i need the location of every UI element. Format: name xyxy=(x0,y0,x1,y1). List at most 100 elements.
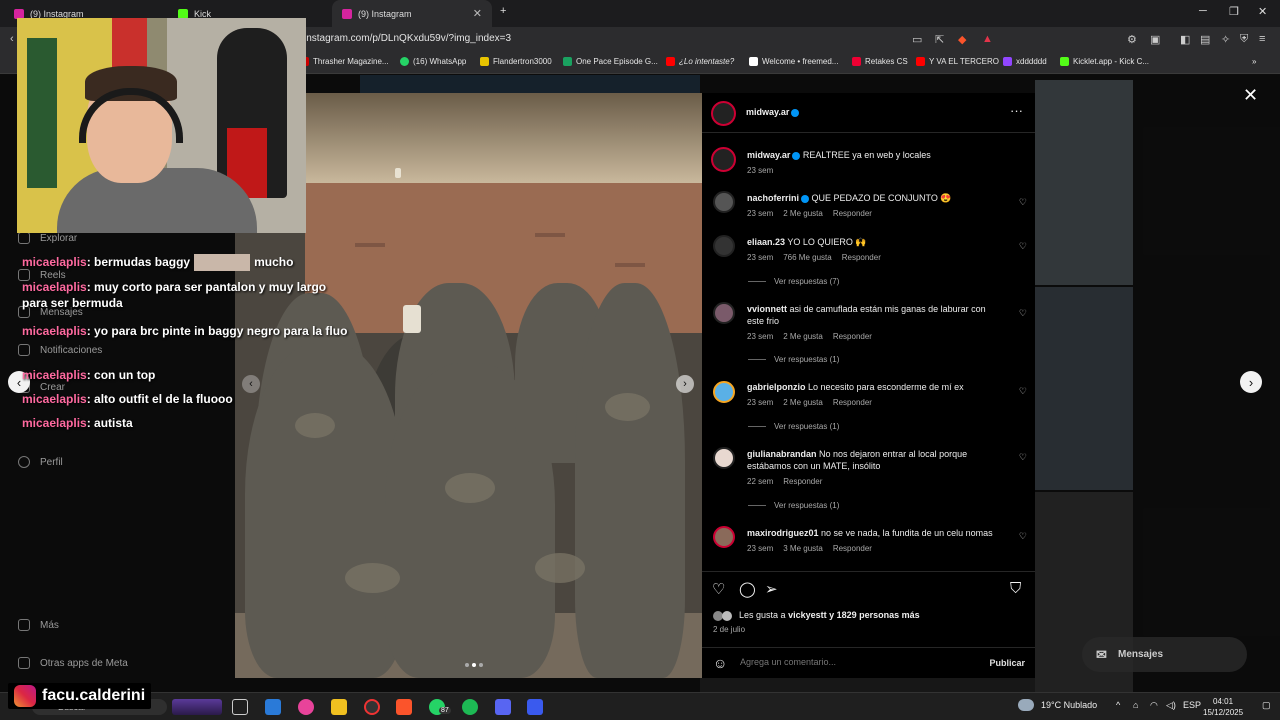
chat-message: micaelaplis: autista xyxy=(22,416,133,430)
wallet-icon[interactable]: ▤ xyxy=(1200,33,1210,46)
tray-chevron-icon[interactable]: ^ xyxy=(1116,700,1120,710)
bookmark-item[interactable]: (16) WhatsApp xyxy=(400,57,466,66)
bookmark-item[interactable]: Retakes CS xyxy=(852,57,908,66)
volume-icon[interactable]: ◁) xyxy=(1166,700,1176,711)
sidebar-item-perfil[interactable]: Perfil xyxy=(18,456,63,468)
new-tab-button[interactable]: + xyxy=(500,5,506,17)
like-icon[interactable]: ♡ xyxy=(712,580,725,598)
bookmark-icon[interactable]: ⛉ xyxy=(1010,580,1021,597)
minimize-button[interactable]: ─ xyxy=(1199,5,1207,17)
likes-summary[interactable]: Les gusta a vickyestt y 1829 personas má… xyxy=(739,610,920,620)
brick xyxy=(535,233,565,237)
sidebar-item-notificaciones[interactable]: Notificaciones xyxy=(18,344,102,356)
comment-input[interactable] xyxy=(740,657,970,667)
bookmark-item[interactable]: One Pace Episode G... xyxy=(563,57,658,66)
like-comment-icon[interactable]: ♡ xyxy=(1019,531,1027,542)
bookmark-item[interactable]: ¿Lo intentaste? xyxy=(666,57,734,66)
wifi-icon[interactable]: ◠ xyxy=(1150,700,1158,711)
profile-icon xyxy=(18,456,30,468)
caption-username[interactable]: midway.ar xyxy=(747,150,790,160)
comment-avatar[interactable] xyxy=(713,191,735,213)
bookmark-item[interactable]: xdddddd xyxy=(1003,57,1047,66)
sidebar-item-mas[interactable]: Más xyxy=(18,619,59,631)
author-name[interactable]: midway.ar xyxy=(746,107,800,117)
search-highlight-icon[interactable] xyxy=(172,699,222,715)
menu-icon[interactable]: ≡ xyxy=(1259,33,1265,45)
brick xyxy=(615,263,645,267)
file-explorer-icon[interactable] xyxy=(331,699,347,715)
like-comment-icon[interactable]: ♡ xyxy=(1019,452,1027,463)
app-icon[interactable] xyxy=(298,699,314,715)
like-comment-icon[interactable]: ♡ xyxy=(1019,197,1027,208)
obs-icon[interactable] xyxy=(364,699,380,715)
language-indicator[interactable]: ESP xyxy=(1183,700,1201,710)
share-icon[interactable]: ⇱ xyxy=(935,33,944,46)
reply-button[interactable]: Responder xyxy=(833,544,872,553)
tab-instagram-active[interactable]: (9) Instagram ✕ xyxy=(332,0,492,27)
comment-avatar[interactable] xyxy=(713,302,735,324)
comment-avatar[interactable] xyxy=(713,447,735,469)
view-replies[interactable]: Ver respuestas (1) xyxy=(748,501,839,510)
bookmark-item[interactable]: Y VA EL TERCERO xyxy=(916,57,999,66)
phone xyxy=(403,305,421,333)
caption-avatar[interactable] xyxy=(711,147,736,172)
brave-rewards-icon[interactable]: ▲ xyxy=(982,33,993,45)
app-icon[interactable] xyxy=(527,699,543,715)
reply-button[interactable]: Responder xyxy=(842,253,881,262)
weather-text[interactable]: 19°C Nublado xyxy=(1041,700,1097,710)
comment-avatar[interactable] xyxy=(713,381,735,403)
bookmark-item[interactable]: Kicklet.app - Kick C... xyxy=(1060,57,1149,66)
network-icon[interactable]: ⌂ xyxy=(1133,700,1138,710)
extensions-icon[interactable]: ⚙ xyxy=(1127,33,1137,46)
clock[interactable]: 04:01 15/12/2025 xyxy=(1203,696,1243,718)
comment-avatar[interactable] xyxy=(713,235,735,257)
close-window-button[interactable]: ✕ xyxy=(1258,5,1267,18)
back-icon[interactable]: ‹ xyxy=(10,33,14,45)
close-tab-icon[interactable]: ✕ xyxy=(473,7,482,20)
cast-icon[interactable]: ▭ xyxy=(912,33,922,46)
tab-search-icon[interactable]: ▣ xyxy=(1150,33,1160,46)
more-options-icon[interactable]: ··· xyxy=(1010,103,1023,118)
more-bookmarks-icon[interactable]: » xyxy=(1252,57,1256,66)
bookmark-item[interactable]: Thrasher Magazine... xyxy=(300,57,389,66)
brave-shield-icon[interactable]: ◆ xyxy=(958,33,966,46)
bookmark-item[interactable]: Welcome • freemed... xyxy=(749,57,838,66)
like-comment-icon[interactable]: ♡ xyxy=(1019,386,1027,397)
emoji-icon[interactable]: ☺ xyxy=(713,655,727,671)
leo-icon[interactable]: ✧ xyxy=(1221,33,1230,46)
brick xyxy=(355,243,385,247)
sidebar-icon[interactable]: ◧ xyxy=(1180,33,1190,46)
author-avatar[interactable] xyxy=(711,101,736,126)
instagram-icon xyxy=(342,8,352,19)
like-comment-icon[interactable]: ♡ xyxy=(1019,241,1027,252)
view-replies[interactable]: Ver respuestas (1) xyxy=(748,422,839,431)
notifications-icon[interactable]: ▢ xyxy=(1262,700,1271,711)
messages-button[interactable]: ✉ Mensajes xyxy=(1082,637,1247,672)
sidebar-item-explorar[interactable]: Explorar xyxy=(18,232,77,244)
comment-icon[interactable]: ◯ xyxy=(739,580,756,598)
view-replies[interactable]: Ver respuestas (7) xyxy=(748,277,839,286)
store-icon[interactable] xyxy=(265,699,281,715)
view-replies[interactable]: Ver respuestas (1) xyxy=(748,355,839,364)
reply-button[interactable]: Responder xyxy=(833,332,872,341)
url-field[interactable]: instagram.com/p/DLnQKxdu59v/?img_index=3 xyxy=(304,33,511,44)
reply-button[interactable]: Responder xyxy=(833,209,872,218)
bookmark-icon xyxy=(480,57,489,66)
bookmark-item[interactable]: Flandertron3000 xyxy=(480,57,552,66)
share-icon[interactable]: ➢ xyxy=(765,580,778,598)
brave-icon[interactable] xyxy=(396,699,412,715)
comment-avatar[interactable] xyxy=(713,526,735,548)
publish-button[interactable]: Publicar xyxy=(989,658,1025,668)
next-post-button[interactable]: › xyxy=(1240,371,1262,393)
reply-button[interactable]: Responder xyxy=(783,477,822,486)
close-modal-icon[interactable]: ✕ xyxy=(1243,85,1258,106)
vpn-icon[interactable]: ⛨ xyxy=(1240,33,1248,46)
spotify-icon[interactable] xyxy=(462,699,478,715)
sidebar-item-meta-apps[interactable]: Otras apps de Meta xyxy=(18,657,128,669)
task-view-icon[interactable] xyxy=(232,699,248,715)
like-comment-icon[interactable]: ♡ xyxy=(1019,308,1027,319)
next-image-button[interactable]: › xyxy=(676,375,694,393)
reply-button[interactable]: Responder xyxy=(833,398,872,407)
restore-button[interactable]: ❐ xyxy=(1229,5,1239,18)
discord-icon[interactable] xyxy=(495,699,511,715)
